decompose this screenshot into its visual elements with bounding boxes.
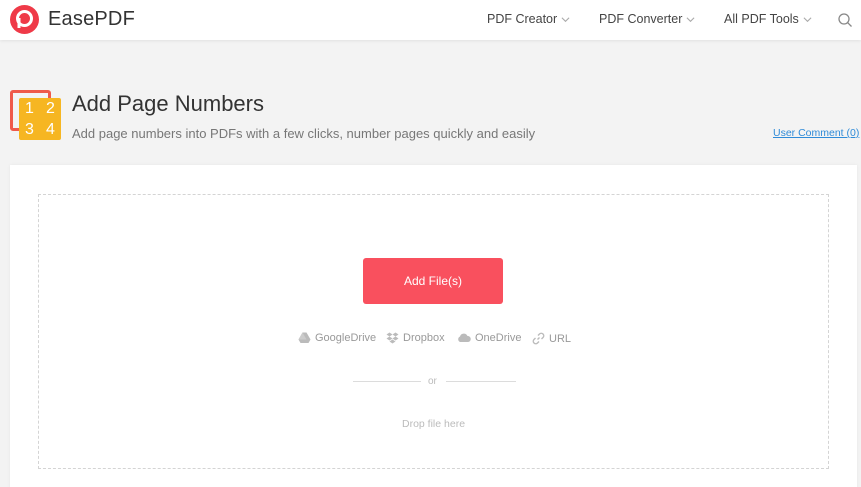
icon-digit: 1	[25, 100, 34, 117]
dropbox-label: Dropbox	[403, 332, 445, 344]
onedrive-button[interactable]: OneDrive	[457, 332, 521, 344]
top-header: EasePDF PDF Creator PDF Converter All PD…	[0, 0, 861, 40]
add-page-numbers-icon: 1 2 3 4	[10, 90, 62, 142]
nav-pdf-converter[interactable]: PDF Converter	[599, 12, 695, 26]
nav-pdf-creator-label: PDF Creator	[487, 12, 558, 26]
chevron-down-icon	[686, 16, 695, 22]
nav-all-pdf-tools[interactable]: All PDF Tools	[724, 12, 812, 26]
chevron-down-icon	[803, 16, 812, 22]
link-icon	[532, 332, 545, 345]
icon-digit: 2	[46, 100, 55, 117]
icon-number-tiles: 1 2 3 4	[19, 98, 61, 140]
page-title: Add Page Numbers	[72, 91, 264, 116]
nav-all-pdf-tools-label: All PDF Tools	[724, 12, 799, 26]
nav-pdf-converter-label: PDF Converter	[599, 12, 683, 26]
divider-right	[446, 381, 516, 382]
google-drive-icon	[298, 332, 311, 343]
google-drive-button[interactable]: GoogleDrive	[298, 332, 376, 344]
nav-pdf-creator[interactable]: PDF Creator	[487, 12, 570, 26]
search-icon[interactable]	[837, 12, 853, 28]
onedrive-label: OneDrive	[475, 332, 522, 344]
url-label: URL	[549, 332, 572, 345]
dropbox-button[interactable]: Dropbox	[386, 332, 445, 344]
divider-left	[353, 381, 421, 382]
icon-digit: 3	[25, 121, 34, 138]
url-button[interactable]: URL	[532, 332, 571, 345]
brand-logo[interactable]: EasePDF	[10, 5, 135, 34]
page-subtitle: Add page numbers into PDFs with a few cl…	[72, 126, 536, 141]
or-separator: or	[428, 376, 437, 387]
onedrive-icon	[458, 333, 471, 342]
user-comment-link[interactable]: User Comment (0)	[773, 127, 859, 139]
easepdf-logo-icon	[10, 5, 39, 34]
brand-name: EasePDF	[48, 8, 135, 30]
chevron-down-icon	[561, 16, 570, 22]
icon-digit: 4	[46, 121, 55, 138]
google-drive-label: GoogleDrive	[315, 332, 377, 344]
dropbox-icon	[386, 332, 399, 344]
add-files-button[interactable]: Add File(s)	[363, 258, 503, 304]
drop-file-hint: Drop file here	[402, 418, 466, 430]
